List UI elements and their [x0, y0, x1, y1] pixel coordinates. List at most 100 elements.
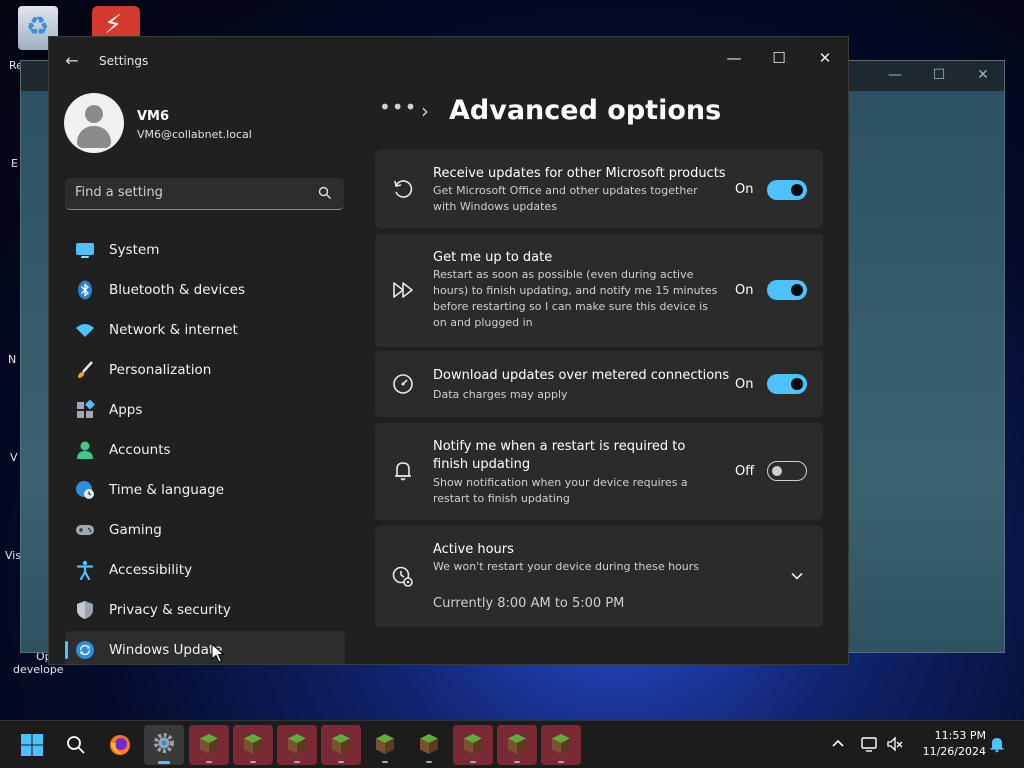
toggle-knob: [772, 466, 782, 476]
taskbar-app-button[interactable]: [365, 725, 405, 765]
grass-block-icon: [464, 734, 482, 754]
setting-card-notify-restart: Notify me when a restart is required to …: [375, 423, 823, 520]
toggle-state-label: On: [735, 283, 754, 298]
active-hours-value: Currently 8:00 AM to 5:00 PM: [433, 596, 625, 611]
sidebar-item-label: Bluetooth & devices: [109, 282, 246, 298]
wifi-icon: [76, 324, 94, 337]
sync-icon: [76, 641, 94, 659]
taskbar-app-button[interactable]: [453, 725, 493, 765]
sidebar-item-bluetooth[interactable]: Bluetooth & devices: [65, 271, 345, 309]
back-button[interactable]: ←: [59, 49, 85, 73]
search-icon[interactable]: [318, 186, 332, 200]
avatar-body: [77, 126, 111, 148]
settings-taskbar-button[interactable]: [144, 725, 184, 765]
search-icon: [67, 736, 85, 754]
setting-description: Show notification when your device requi…: [433, 476, 688, 505]
monitor-icon: [76, 243, 94, 258]
globe-clock-icon: [76, 481, 94, 499]
firefox-button[interactable]: [100, 725, 140, 765]
chevron-up-icon[interactable]: [829, 735, 847, 753]
grass-block-icon: [420, 734, 438, 754]
setting-title: Notify me when a restart is required to …: [433, 439, 686, 472]
setting-title: Receive updates for other Microsoft prod…: [433, 166, 726, 181]
taskbar-app-button[interactable]: [409, 725, 449, 765]
sidebar-item-personalization[interactable]: Personalization: [65, 351, 345, 389]
sidebar-item-label: Accounts: [109, 442, 171, 458]
volume-muted-icon[interactable]: [886, 735, 904, 753]
clock-date[interactable]: 11/26/2024: [910, 745, 986, 758]
desktop-icon-label: N: [8, 353, 17, 366]
grass-block-icon: [508, 734, 526, 754]
breadcrumb-separator: ›: [421, 99, 429, 123]
close-button[interactable]: ✕: [805, 43, 845, 73]
sidebar-item-label: Personalization: [109, 362, 212, 378]
minimize-button[interactable]: —: [714, 43, 754, 73]
sidebar-item-time-language[interactable]: Time & language: [65, 471, 345, 509]
sidebar-item-privacy-security[interactable]: Privacy & security: [65, 591, 345, 629]
sidebar-item-label: Network & internet: [109, 322, 238, 338]
page-title: Advanced options: [449, 95, 722, 126]
taskbar-app-button[interactable]: [277, 725, 317, 765]
setting-card-get-up-to-date: Get me up to date Restart as soon as pos…: [375, 234, 823, 347]
setting-description: Data charges may apply: [433, 388, 568, 401]
fast-forward-icon: [393, 282, 413, 298]
sidebar-item-network[interactable]: Network & internet: [65, 311, 345, 349]
start-button[interactable]: [12, 725, 52, 765]
avatar[interactable]: [64, 93, 124, 153]
toggle-switch[interactable]: [767, 180, 807, 200]
firefox-icon: [110, 735, 130, 755]
bluetooth-icon: [78, 280, 92, 300]
network-icon[interactable]: [860, 735, 878, 753]
avatar-head: [85, 105, 103, 123]
toggle-switch[interactable]: [767, 280, 807, 300]
sidebar-item-windows-update[interactable]: Windows Update: [65, 631, 345, 664]
sidebar-item-system[interactable]: System: [65, 231, 345, 269]
taskbar-app-button[interactable]: [321, 725, 361, 765]
desktop-icon-label: V: [10, 451, 18, 464]
breadcrumb-overflow[interactable]: •••: [379, 95, 417, 119]
sidebar-nav: System Bluetooth & devices Network & int…: [65, 231, 345, 664]
taskbar-app-button[interactable]: [189, 725, 229, 765]
toggle-knob: [791, 184, 803, 196]
shield-icon: [77, 601, 93, 619]
search-taskbar-button[interactable]: [56, 725, 96, 765]
clock-time[interactable]: 11:53 PM: [920, 729, 986, 742]
sidebar-item-accounts[interactable]: Accounts: [65, 431, 345, 469]
apps-icon: [77, 400, 95, 418]
user-email: VM6@collabnet.local: [137, 128, 252, 141]
mouse-cursor-icon: [211, 643, 225, 663]
maximize-button[interactable]: ☐: [759, 43, 799, 73]
sidebar-item-apps[interactable]: Apps: [65, 391, 345, 429]
sidebar-item-label: Privacy & security: [109, 602, 231, 618]
grass-block-icon: [332, 734, 350, 754]
close-icon[interactable]: ✕: [973, 67, 993, 85]
taskbar-app-button[interactable]: [497, 725, 537, 765]
taskbar-app-button[interactable]: [541, 725, 581, 765]
search-input[interactable]: [75, 185, 305, 200]
search-box: [65, 178, 344, 210]
sidebar-item-label: Time & language: [109, 482, 225, 498]
setting-card-active-hours[interactable]: Active hours We won't restart your devic…: [375, 526, 823, 627]
minimize-icon[interactable]: —: [885, 67, 905, 85]
user-name: VM6: [137, 109, 170, 124]
toggle-state-label: On: [735, 182, 754, 197]
setting-description: We won't restart your device during thes…: [433, 560, 700, 573]
sidebar-item-gaming[interactable]: Gaming: [65, 511, 345, 549]
grass-block-icon: [552, 734, 570, 754]
chevron-down-icon[interactable]: [789, 568, 805, 584]
notification-bell-icon[interactable]: [988, 735, 1006, 753]
setting-description: Get Microsoft Office and other updates t…: [433, 184, 698, 213]
grass-block-icon: [288, 734, 306, 754]
maximize-icon[interactable]: ☐: [929, 67, 949, 85]
grass-block-icon: [200, 734, 218, 754]
windows-logo-icon: [21, 734, 43, 756]
sidebar-item-label: Accessibility: [109, 562, 193, 578]
sidebar-item-label: Windows Update: [109, 642, 223, 658]
grass-block-icon: [244, 734, 262, 754]
toggle-switch[interactable]: [767, 374, 807, 394]
titlebar: ← Settings — ☐ ✕: [49, 37, 848, 85]
sidebar-item-label: System: [109, 242, 160, 258]
toggle-switch[interactable]: [767, 461, 807, 481]
taskbar-app-button[interactable]: [233, 725, 273, 765]
sidebar-item-accessibility[interactable]: Accessibility: [65, 551, 345, 589]
